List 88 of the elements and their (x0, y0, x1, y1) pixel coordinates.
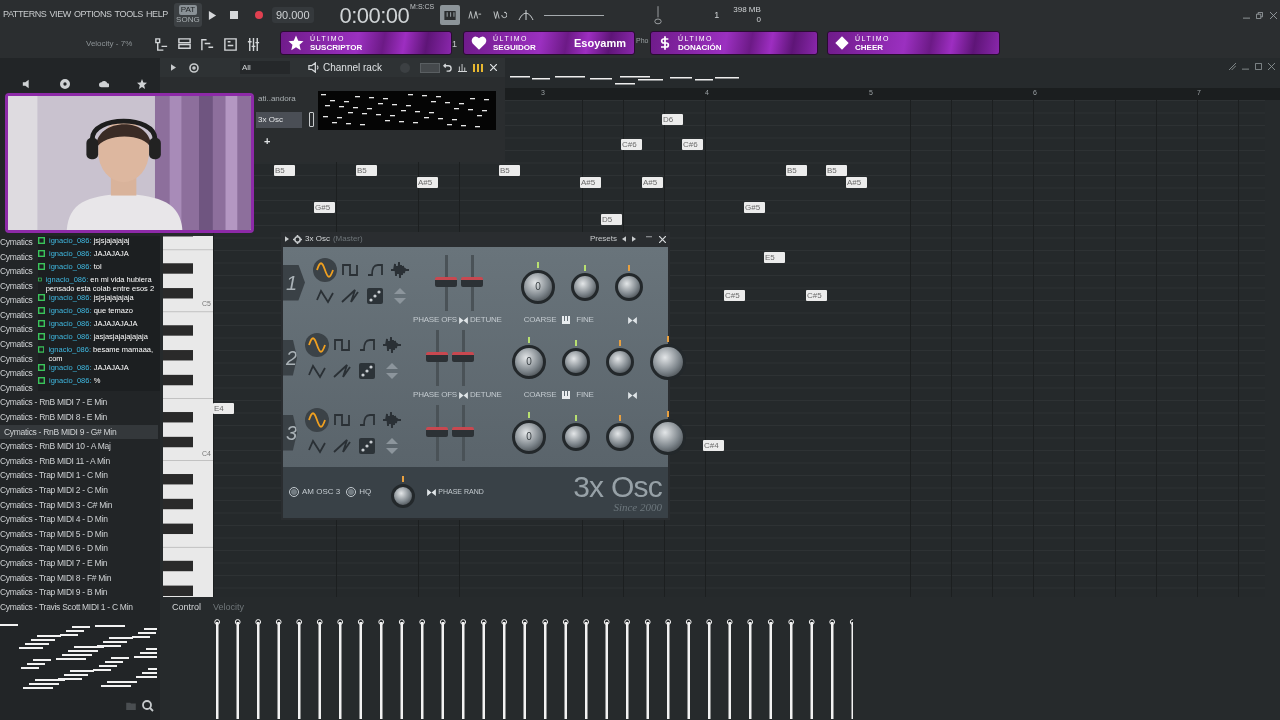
browser-item[interactable]: Cymatics (0, 322, 33, 338)
browser-item[interactable]: Cymatics - Trap MIDI 5 - D Min (0, 526, 108, 542)
note[interactable]: B5 (356, 165, 377, 176)
note[interactable]: E4 (213, 403, 234, 414)
menu-item[interactable]: TOOLS (114, 8, 143, 22)
browser-item[interactable]: Cymatics - Trap MIDI 1 - C Min (0, 468, 108, 484)
note[interactable]: B5 (499, 165, 520, 176)
coarse-value: 0 (526, 355, 532, 370)
browser-item[interactable]: Cymatics - RnB MIDI 11 - A Min (0, 453, 110, 469)
detune-label: DETUNE (470, 314, 502, 327)
coarse-label: COARSE (523, 314, 557, 327)
note[interactable]: E5 (764, 252, 785, 263)
browser-item[interactable]: Cymatics (0, 278, 33, 294)
alert-label: CHEER (855, 43, 884, 52)
note[interactable]: C#6 (621, 139, 642, 150)
note[interactable]: A#5 (417, 177, 438, 188)
browser-item[interactable]: Cymatics - RnB MIDI 10 - A Maj (0, 439, 111, 454)
plugin-subtitle: (Master) (332, 233, 363, 246)
control-label[interactable]: Control (172, 601, 201, 615)
note[interactable]: C#5 (806, 290, 827, 301)
fine-label: FINE (576, 314, 594, 327)
browser-item[interactable]: Cymatics - Trap MIDI 3 - C# Min (0, 497, 113, 513)
fine-label: FINE (576, 389, 594, 402)
menu-item[interactable]: PATTERNS (3, 8, 47, 22)
note[interactable]: C#6 (682, 139, 703, 150)
browser-item[interactable]: Cymatics - Trap MIDI 2 - C Min (0, 483, 108, 498)
browser-item[interactable]: Cymatics (0, 307, 33, 323)
browser-item[interactable]: Cymatics (0, 366, 33, 381)
presets-button[interactable]: Presets (589, 233, 617, 246)
filter-dropdown[interactable]: All (240, 61, 290, 74)
browser-item[interactable]: Cymatics (0, 351, 33, 367)
alert-value: Esoyamm (574, 35, 626, 51)
browser-item[interactable]: Cymatics - RnB MIDI 9 - G# Min (0, 424, 158, 440)
menu-item[interactable]: VIEW (49, 8, 71, 22)
menu-item[interactable]: HELP (145, 8, 168, 22)
note[interactable]: C#4 (703, 440, 724, 451)
browser-item[interactable]: Cymatics - Trap MIDI 8 - F# Min (0, 570, 112, 586)
option-label: AM OSC 3 (302, 486, 341, 499)
note[interactable]: C#5 (724, 290, 745, 301)
mode-toggle[interactable]: SONG (176, 15, 200, 25)
browser-item[interactable]: Cymatics (0, 249, 33, 265)
alert-label: SEGUIDOR (493, 43, 536, 52)
toolbar-text: 1 (452, 38, 457, 51)
browser-item[interactable]: Cymatics - Travis Scott MIDI 1 - C Min (0, 599, 133, 615)
coarse-label: COARSE (523, 389, 557, 402)
browser-item[interactable]: Cymatics (0, 264, 33, 279)
time-display: 0:00:00 (339, 1, 410, 30)
polyphony-readout: 0 (756, 15, 761, 25)
note[interactable]: A#5 (642, 177, 663, 188)
tempo-display[interactable]: 90.000 (271, 6, 314, 24)
cpu-readout: 1 (714, 10, 720, 20)
note[interactable]: B5 (786, 165, 807, 176)
coarse-value: 0 (535, 280, 541, 295)
note[interactable]: A#5 (580, 177, 601, 188)
memory-readout: 398 MB (733, 5, 761, 15)
note[interactable]: G#5 (744, 202, 765, 213)
plugin-title: 3x Osc (305, 233, 330, 246)
note[interactable]: G#5 (314, 202, 335, 213)
phase-offset-label: PHASE OFS (413, 389, 457, 402)
note[interactable]: B5 (826, 165, 847, 176)
window-title: Channel rack (323, 61, 382, 75)
menu-item[interactable]: OPTIONS (73, 8, 112, 22)
mode-toggle[interactable]: PAT (178, 5, 198, 15)
plugin-logo: 3x Osc (573, 471, 662, 502)
alert-label: DONACIÓN (678, 43, 722, 52)
browser-item[interactable]: Cymatics - Trap MIDI 4 - D Min (0, 512, 108, 527)
hint-text: Velocity - 7% (86, 38, 133, 50)
option-label: HQ (359, 486, 372, 499)
browser-item[interactable]: Cymatics - Trap MIDI 7 - E Min (0, 556, 108, 571)
browser-item[interactable]: Cymatics - RnB MIDI 8 - E Min (0, 410, 107, 425)
phase-offset-label: PHASE OFS (413, 314, 457, 327)
note[interactable]: B5 (274, 165, 295, 176)
browser-item[interactable]: Cymatics - RnB MIDI 7 - E Min (0, 395, 107, 411)
alert-label: SUSCRIPTOR (310, 43, 363, 52)
add-channel-button[interactable]: + (264, 136, 272, 147)
browser-item[interactable]: Cymatics (0, 380, 33, 396)
browser-item[interactable]: Cymatics (0, 337, 33, 352)
channel-button[interactable]: ati..andora (256, 91, 302, 107)
coarse-value: 0 (526, 430, 532, 445)
note[interactable]: D5 (601, 214, 622, 225)
browser-item[interactable]: Cymatics (0, 293, 33, 308)
detune-label: DETUNE (470, 389, 502, 402)
browser-item[interactable]: Cymatics (0, 235, 33, 250)
browser-item[interactable]: Cymatics - Trap MIDI 6 - D Min (0, 541, 108, 557)
note[interactable]: D6 (662, 114, 683, 125)
channel-button[interactable]: 3x Osc (256, 112, 302, 128)
browser-item[interactable]: Cymatics - Trap MIDI 9 - B Min (0, 585, 108, 600)
note[interactable]: A#5 (846, 177, 867, 188)
